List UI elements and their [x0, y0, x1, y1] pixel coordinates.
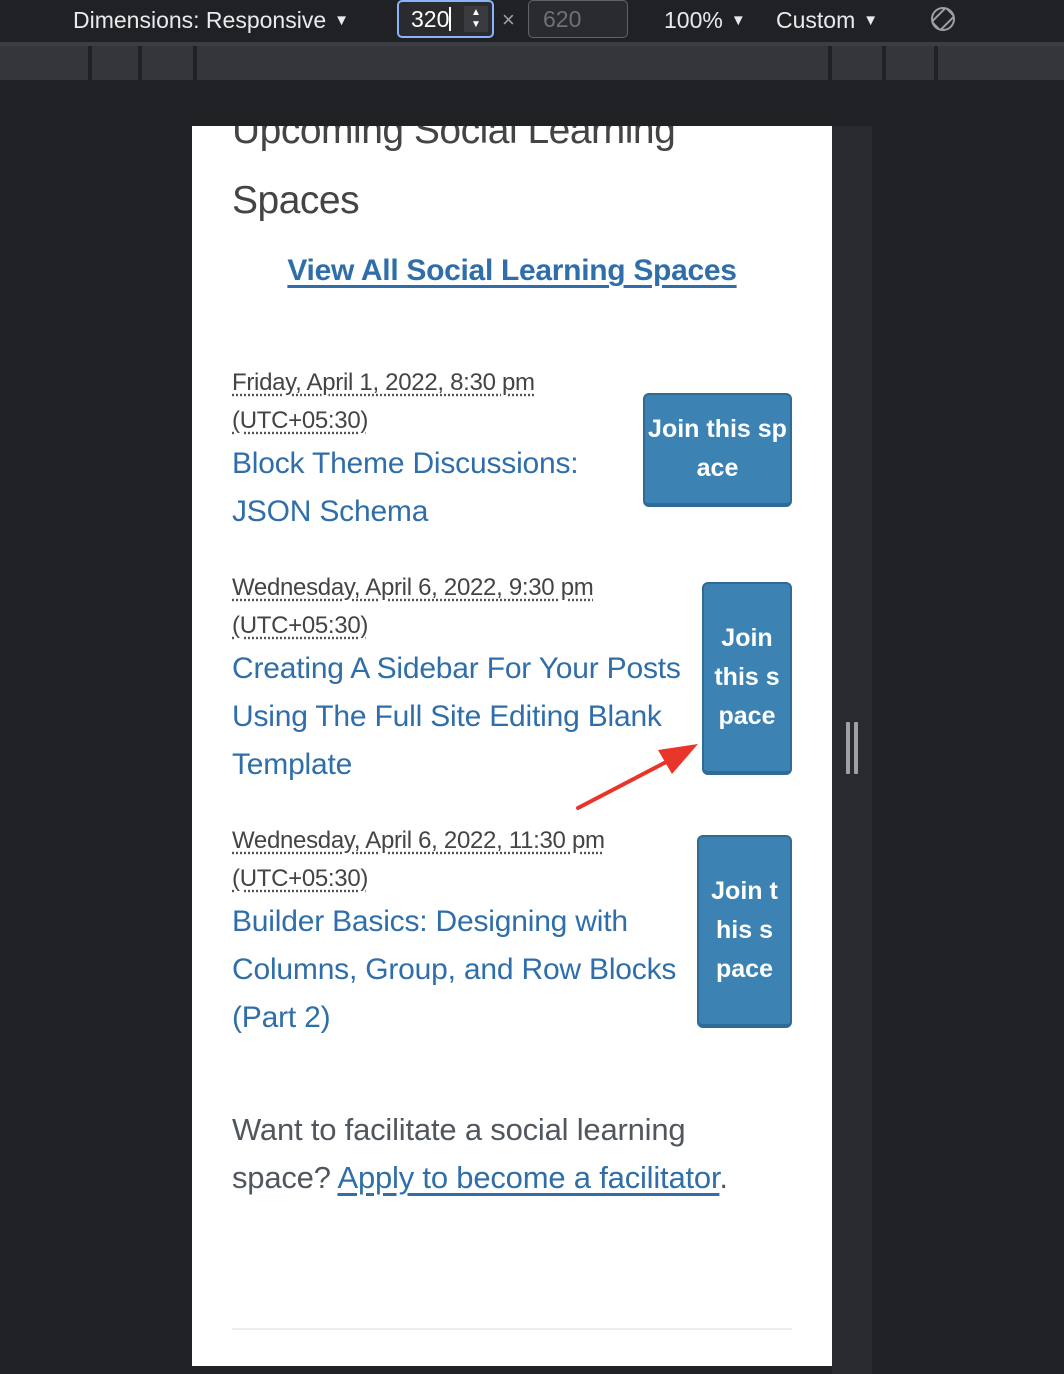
event-text: Wednesday, April 6, 2022, 11:30 pm (UTC+0…	[232, 822, 682, 1042]
ruler-tick	[138, 46, 142, 80]
dimensions-dropdown[interactable]: Dimensions: Responsive ▼	[73, 4, 349, 36]
width-value: 320	[411, 6, 450, 32]
dimensions-label: Dimensions: Responsive	[73, 7, 327, 33]
text-cursor	[449, 7, 452, 31]
chevron-down-icon: ▼	[334, 12, 349, 29]
event-date: Friday, April 1, 2022, 8:30 pm (UTC+05:30…	[232, 364, 632, 440]
view-all-link[interactable]: View All Social Learning Spaces	[232, 254, 792, 288]
resize-grip-bar	[854, 722, 858, 774]
event-item: Wednesday, April 6, 2022, 11:30 pm (UTC+0…	[232, 822, 792, 1042]
ruler-tick	[193, 46, 197, 80]
height-input[interactable]: 620	[528, 0, 628, 38]
stepper-down-icon[interactable]: ▼	[464, 19, 488, 31]
device-toolbar: Dimensions: Responsive ▼ 320 ▲ ▼ × 620 10…	[0, 0, 1064, 42]
chevron-down-icon: ▼	[863, 12, 879, 29]
event-date: Wednesday, April 6, 2022, 11:30 pm (UTC+0…	[232, 822, 682, 898]
stepper-up-icon[interactable]: ▲	[464, 7, 488, 19]
event-text: Friday, April 1, 2022, 8:30 pm (UTC+05:30…	[232, 364, 632, 536]
device-viewport: Upcoming Social Learning Spaces View All…	[192, 126, 832, 1366]
event-text: Wednesday, April 6, 2022, 9:30 pm (UTC+05…	[232, 569, 702, 789]
width-input[interactable]: 320 ▲ ▼	[397, 0, 494, 38]
width-stepper[interactable]: ▲ ▼	[464, 6, 488, 32]
rotate-icon[interactable]	[928, 4, 958, 34]
media-query-ruler[interactable]	[0, 46, 1064, 80]
ruler-tick	[934, 46, 938, 80]
join-space-button[interactable]: Join this space	[697, 835, 792, 1028]
event-date-value: Wednesday, April 6, 2022, 9:30 pm	[232, 574, 594, 601]
chevron-down-icon: ▼	[730, 12, 746, 29]
event-date-value: Friday, April 1, 2022, 8:30 pm	[232, 369, 535, 396]
ruler-tick	[828, 46, 832, 80]
event-title-link[interactable]: Builder Basics: Designing with Columns, …	[232, 898, 682, 1042]
height-placeholder: 620	[543, 6, 582, 32]
throttle-dropdown[interactable]: Custom ▼	[776, 4, 878, 36]
event-title-link[interactable]: Block Theme Discussions: JSON Schema	[232, 440, 632, 536]
event-item: Friday, April 1, 2022, 8:30 pm (UTC+05:30…	[232, 364, 792, 536]
zoom-dropdown[interactable]: 100% ▼	[664, 4, 746, 36]
ruler-tick	[88, 46, 92, 80]
join-space-button[interactable]: Join this space	[643, 393, 792, 507]
zoom-value: 100%	[664, 7, 723, 33]
event-timezone: (UTC+05:30)	[232, 407, 369, 434]
resize-handle[interactable]	[846, 722, 858, 774]
facilitator-cta: Want to facilitate a social learning spa…	[232, 1106, 792, 1202]
event-date-value: Wednesday, April 6, 2022, 11:30 pm	[232, 827, 605, 854]
content-divider	[232, 1328, 792, 1330]
period: .	[719, 1160, 728, 1195]
ruler-tick	[882, 46, 886, 80]
apply-facilitator-link[interactable]: Apply to become a facilitator	[337, 1160, 719, 1195]
throttle-value: Custom	[776, 7, 856, 33]
event-timezone: (UTC+05:30)	[232, 865, 369, 892]
times-icon: ×	[502, 7, 515, 32]
join-space-button[interactable]: Join this space	[702, 582, 792, 775]
page-title: Upcoming Social Learning Spaces	[232, 126, 676, 222]
event-item: Wednesday, April 6, 2022, 9:30 pm (UTC+05…	[232, 569, 792, 789]
event-date: Wednesday, April 6, 2022, 9:30 pm (UTC+05…	[232, 569, 702, 645]
resize-grip-bar	[846, 722, 850, 774]
event-timezone: (UTC+05:30)	[232, 612, 369, 639]
event-title-link[interactable]: Creating A Sidebar For Your Posts Using …	[232, 645, 702, 789]
